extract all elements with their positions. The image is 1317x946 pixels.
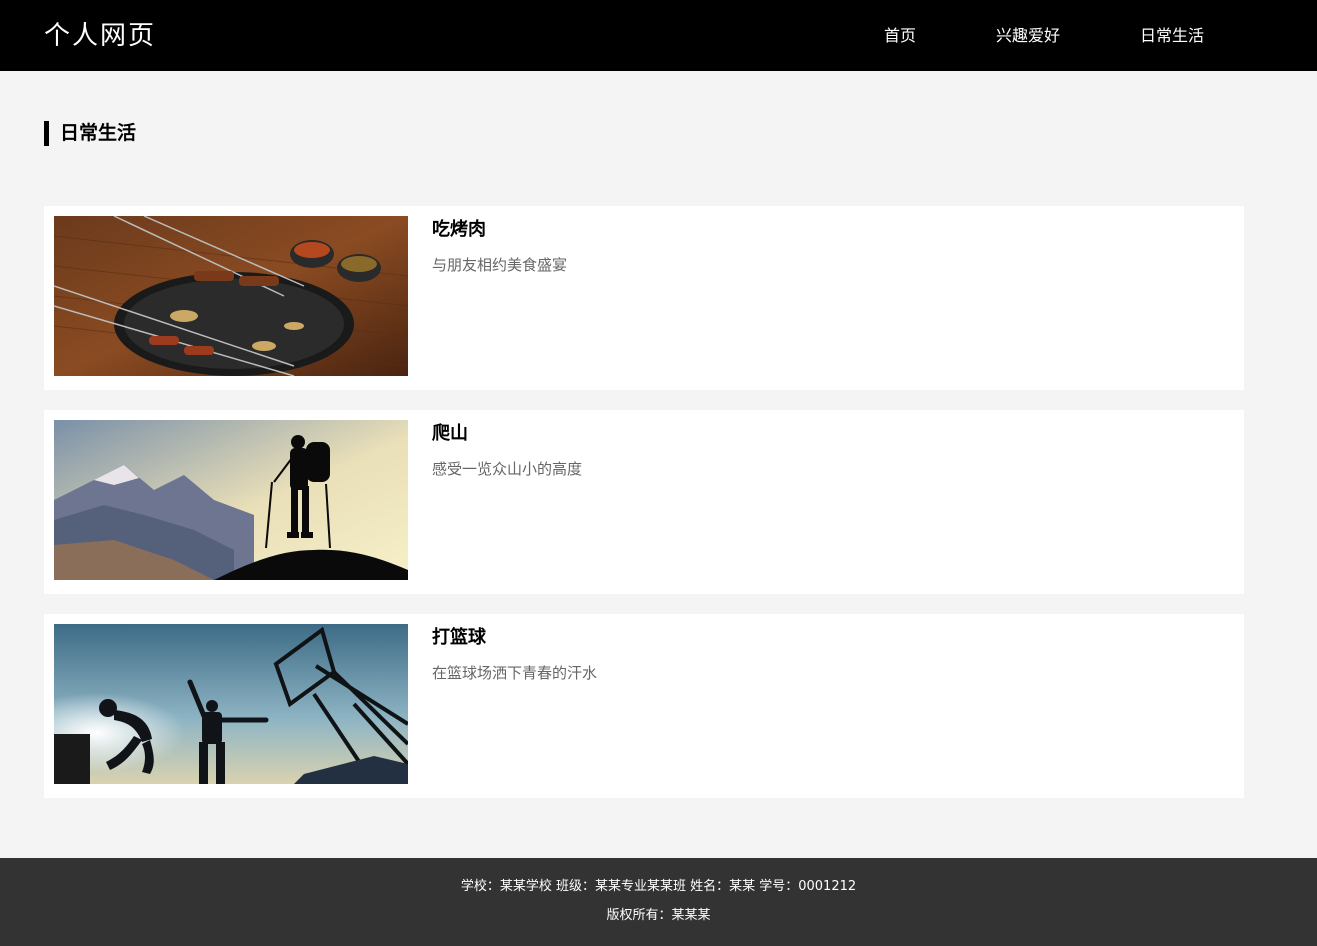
nav-hobbies-link[interactable]: 兴趣爱好 xyxy=(996,24,1060,48)
bbq-photo xyxy=(54,216,408,376)
footer: 学校：某某学校 班级：某某专业某某班 姓名：某某 学号：0001212 版权所有… xyxy=(0,858,1317,946)
card-basketball[interactable]: 打篮球 在篮球场洒下青春的汗水 xyxy=(44,614,1244,798)
basketball-photo xyxy=(54,624,408,784)
footer-copyright: 版权所有：某某某 xyxy=(606,908,711,923)
nav-daily-life-link[interactable]: 日常生活 xyxy=(1140,24,1204,48)
section-title: 日常生活 xyxy=(44,121,136,146)
nav-home-link[interactable]: 首页 xyxy=(884,24,916,48)
main-nav: 首页 兴趣爱好 日常生活 xyxy=(0,24,1317,48)
hiking-photo xyxy=(54,420,408,580)
card-description: 感受一览众山小的高度 xyxy=(432,460,583,478)
card-title[interactable]: 打篮球 xyxy=(432,626,486,650)
card-description: 在篮球场洒下青春的汗水 xyxy=(432,664,598,682)
card-bbq[interactable]: 吃烤肉 与朋友相约美食盛宴 xyxy=(44,206,1244,390)
header: 个人网页 首页 兴趣爱好 日常生活 xyxy=(0,0,1317,71)
card-description: 与朋友相约美食盛宴 xyxy=(432,256,568,274)
card-title[interactable]: 爬山 xyxy=(432,422,468,446)
footer-info: 学校：某某学校 班级：某某专业某某班 姓名：某某 学号：0001212 xyxy=(460,879,857,894)
card-hiking[interactable]: 爬山 感受一览众山小的高度 xyxy=(44,410,1244,594)
card-title[interactable]: 吃烤肉 xyxy=(432,218,486,242)
